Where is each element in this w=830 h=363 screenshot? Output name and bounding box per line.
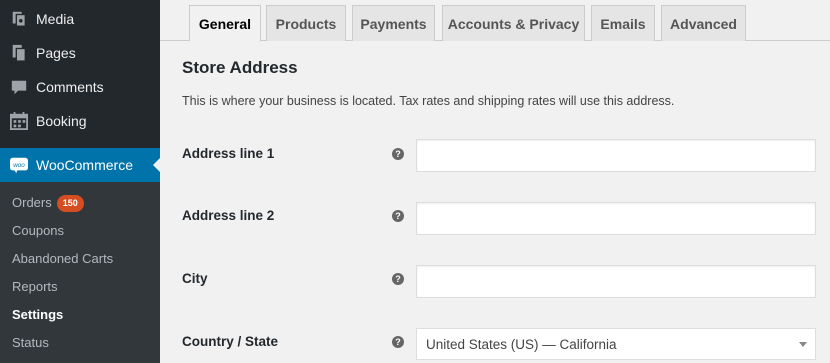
submenu-label: Abandoned Carts [12, 251, 114, 266]
woocommerce-submenu: Orders 150 Coupons Abandoned Carts Report… [0, 182, 160, 363]
menu-label: Comments [36, 79, 104, 95]
field-label-city: City [182, 271, 208, 286]
admin-sidebar: Media Pages Comments Booking woo WooComm… [0, 0, 161, 363]
help-icon[interactable]: ? [392, 273, 404, 285]
submenu-label: Status [12, 335, 49, 350]
submenu-item-abandoned-carts[interactable]: Abandoned Carts [12, 249, 113, 269]
submenu-label: Settings [12, 307, 64, 322]
submenu-item-orders[interactable]: Orders 150 [12, 193, 84, 213]
submenu-label: Orders [12, 195, 52, 210]
media-icon [12, 11, 26, 27]
menu-item-media[interactable]: Media [0, 2, 160, 36]
help-icon[interactable]: ? [392, 336, 404, 348]
menu-item-comments[interactable]: Comments [0, 70, 160, 104]
tab-accounts-privacy[interactable]: Accounts & Privacy [442, 5, 585, 41]
calendar-icon [10, 112, 28, 130]
chevron-down-icon [799, 342, 807, 347]
svg-text:woo: woo [13, 162, 25, 169]
tab-payments[interactable]: Payments [352, 5, 435, 41]
menu-label: WooCommerce [36, 157, 133, 173]
field-label-address-1: Address line 1 [182, 146, 275, 161]
menu-label: Pages [36, 45, 76, 61]
submenu-label: Reports [12, 279, 58, 294]
tab-emails[interactable]: Emails [591, 5, 655, 41]
select-value: United States (US) — California [426, 337, 617, 352]
address-line-2-input[interactable] [416, 202, 816, 235]
help-icon[interactable]: ? [392, 148, 404, 160]
country-state-select[interactable]: United States (US) — California [416, 328, 816, 360]
woocommerce-icon: woo [10, 157, 28, 174]
submenu-item-reports[interactable]: Reports [12, 277, 58, 297]
menu-label: Media [36, 11, 75, 27]
menu-item-booking[interactable]: Booking [0, 104, 160, 138]
orders-count-badge: 150 [56, 195, 84, 212]
submenu-item-settings[interactable]: Settings [12, 305, 63, 325]
menu-item-woocommerce[interactable]: woo WooCommerce [0, 148, 161, 182]
tab-products[interactable]: Products [266, 5, 346, 41]
section-description: This is where your business is located. … [182, 94, 675, 108]
tab-advanced[interactable]: Advanced [661, 5, 746, 41]
help-icon[interactable]: ? [392, 210, 404, 222]
section-title: Store Address [182, 58, 298, 77]
submenu-label: Coupons [12, 223, 65, 238]
submenu-item-coupons[interactable]: Coupons [12, 221, 64, 241]
active-menu-arrow [153, 157, 161, 173]
menu-label: Booking [36, 113, 87, 129]
field-label-address-2: Address line 2 [182, 208, 275, 223]
city-input[interactable] [416, 265, 816, 298]
pages-icon [12, 44, 26, 62]
tab-general[interactable]: General [189, 5, 261, 42]
settings-tabs: General Products Payments Accounts & Pri… [160, 0, 830, 42]
field-label-country-state: Country / State [182, 334, 279, 349]
address-line-1-input[interactable] [416, 139, 816, 172]
submenu-item-status[interactable]: Status [12, 333, 49, 353]
menu-item-pages[interactable]: Pages [0, 36, 160, 70]
comments-icon [11, 80, 27, 95]
